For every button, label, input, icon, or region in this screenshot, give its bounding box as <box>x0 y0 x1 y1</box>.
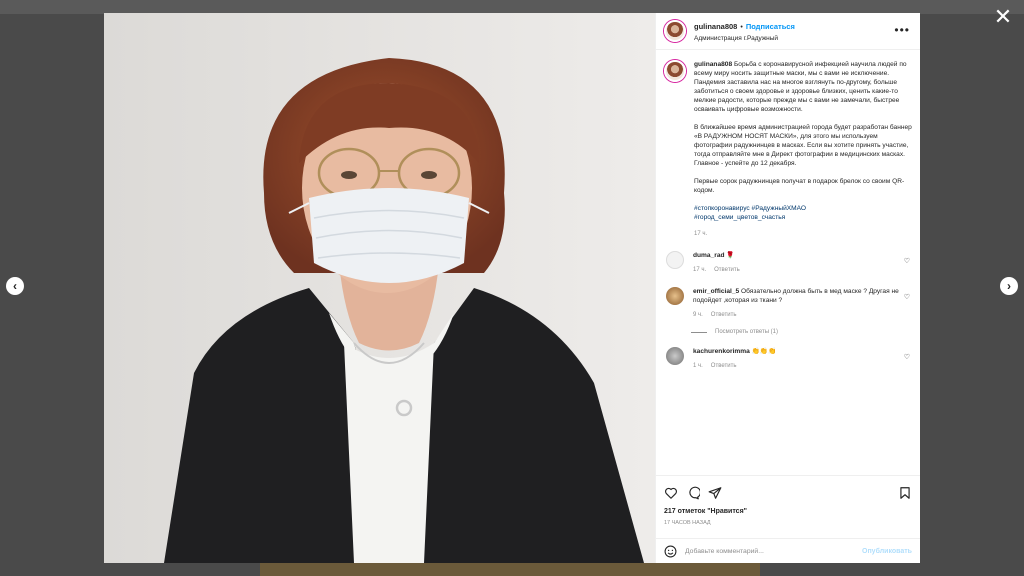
bookmark-icon[interactable] <box>898 486 912 500</box>
caption-paragraph-2: В ближайшее время администрацией города … <box>694 124 912 167</box>
share-paper-plane-icon[interactable] <box>708 486 722 500</box>
add-comment-input[interactable] <box>685 547 862 555</box>
comment-like-heart-icon[interactable]: ♡ <box>904 293 910 301</box>
view-replies-button[interactable]: Посмотреть ответы (1) <box>691 329 912 335</box>
like-heart-icon[interactable] <box>664 486 678 500</box>
post-photo[interactable] <box>104 13 655 563</box>
emoji-smiley-icon[interactable] <box>664 545 677 558</box>
author-avatar[interactable] <box>664 20 686 42</box>
next-post-arrow-icon[interactable]: › <box>1000 277 1018 295</box>
page-backdrop-top <box>0 0 1024 14</box>
post-modal: gulinana808 • Подписаться Администрация г.… <box>104 13 920 563</box>
post-header: gulinana808 • Подписаться Администрация г.… <box>656 13 920 50</box>
caption-author-avatar[interactable] <box>664 60 686 82</box>
caption-time: 17 ч. <box>694 231 708 237</box>
comment-time: 9 ч. <box>693 312 703 318</box>
reply-button[interactable]: Ответить <box>711 312 737 318</box>
reply-button[interactable]: Ответить <box>714 267 740 273</box>
comment-username[interactable]: duma_rad <box>693 252 725 259</box>
caption-paragraph-1: Борьба с коронавирусной инфекцией научил… <box>694 61 907 113</box>
caption-username[interactable]: gulinana808 <box>694 61 732 68</box>
author-username[interactable]: gulinana808 <box>694 22 737 31</box>
reply-button[interactable]: Ответить <box>711 363 737 369</box>
hashtags-line-2[interactable]: #город_семи_цветов_счастья <box>694 213 912 222</box>
post-location[interactable]: Администрация г.Радужный <box>694 33 795 44</box>
post-side-panel: gulinana808 • Подписаться Администрация г.… <box>655 13 920 563</box>
comment-item: duma_rad 🌹 17 ч. Ответить ♡ <box>664 251 912 275</box>
commenter-avatar[interactable] <box>666 251 684 269</box>
hashtags-line-1[interactable]: #стопкоронавирус #РадужныйХМАО <box>694 204 912 213</box>
post-actions: 217 отметок "Нравится" 17 часов назад <box>656 475 920 538</box>
page-backdrop-bottom <box>260 562 760 576</box>
replies-divider-line <box>691 331 707 333</box>
comment-item: kachurenkorimma 👏👏👏 1 ч. Ответить ♡ <box>664 347 912 371</box>
publish-comment-button[interactable]: Опубликовать <box>862 548 912 555</box>
post-caption: gulinana808 Борьба с коронавирусной инфе… <box>664 60 912 239</box>
separator-dot: • <box>740 23 743 31</box>
comment-username[interactable]: emir_official_5 <box>693 288 739 295</box>
view-replies-label: Посмотреть ответы (1) <box>715 329 779 335</box>
comment-username[interactable]: kachurenkorimma <box>693 348 750 355</box>
comment-like-heart-icon[interactable]: ♡ <box>904 257 910 265</box>
caption-paragraph-3: Первые сорок радужнинцев получат в подар… <box>694 178 905 194</box>
more-dots-icon[interactable]: ••• <box>894 24 910 36</box>
portrait-image <box>104 13 655 563</box>
likes-count[interactable]: 217 отметок "Нравится" <box>664 508 912 515</box>
comment-text: 🌹 <box>726 252 735 259</box>
comment-time: 1 ч. <box>693 363 703 369</box>
comment-like-heart-icon[interactable]: ♡ <box>904 353 910 361</box>
comment-text: 👏👏👏 <box>751 348 777 355</box>
commenter-avatar[interactable] <box>666 347 684 365</box>
close-icon[interactable]: ✕ <box>992 6 1014 28</box>
follow-button[interactable]: Подписаться <box>746 22 795 31</box>
comment-bubble-icon[interactable] <box>686 486 700 500</box>
commenter-avatar[interactable] <box>666 287 684 305</box>
posted-ago: 17 часов назад <box>664 520 711 526</box>
add-comment-bar: Опубликовать <box>656 538 920 563</box>
comment-item: emir_official_5 Обязательно должна быть … <box>664 287 912 320</box>
comment-time: 17 ч. <box>693 267 707 273</box>
previous-post-arrow-icon[interactable]: ‹ <box>6 277 24 295</box>
comments-scroll-area[interactable]: gulinana808 Борьба с коронавирусной инфе… <box>656 50 920 475</box>
